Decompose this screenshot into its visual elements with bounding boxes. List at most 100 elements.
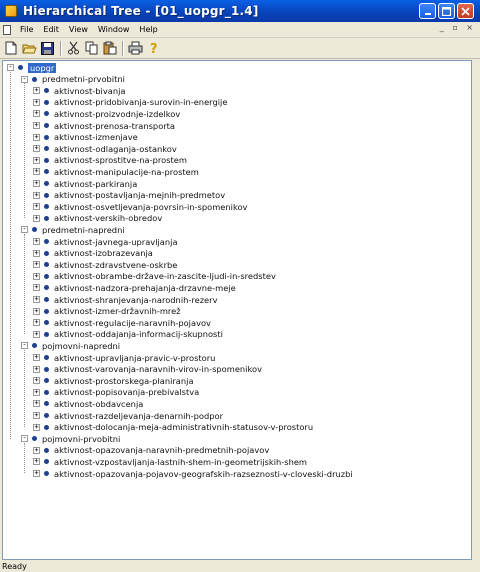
expand-toggle[interactable]: +	[33, 354, 40, 361]
expand-toggle[interactable]: +	[33, 133, 40, 141]
menu-file[interactable]: File	[15, 25, 38, 34]
menu-view[interactable]: View	[64, 25, 93, 34]
node-bullet-icon	[44, 285, 49, 291]
expand-toggle[interactable]: +	[33, 377, 40, 385]
tree-leaf[interactable]: + aktivnost-postavljanja-mejnih-predmetov	[33, 190, 225, 201]
tree-leaf[interactable]: + aktivnost-obdavcenja	[33, 398, 143, 409]
expand-toggle[interactable]: +	[33, 110, 40, 118]
collapse-toggle[interactable]: -	[21, 226, 28, 234]
expand-toggle[interactable]: +	[33, 319, 40, 327]
help-button[interactable]: ?	[145, 40, 162, 57]
tree-leaf[interactable]: + aktivnost-odlaganja-ostankov	[33, 143, 177, 154]
tree-leaf[interactable]: + aktivnost-vzpostavljanja-lastnih-shem-i…	[33, 456, 307, 467]
expand-toggle[interactable]: +	[33, 98, 40, 106]
copy-button[interactable]	[83, 40, 100, 57]
minimize-button[interactable]	[419, 3, 436, 19]
tree-leaf[interactable]: + aktivnost-izmenjave	[33, 132, 138, 143]
expand-toggle[interactable]: +	[33, 180, 40, 187]
menu-edit[interactable]: Edit	[38, 25, 64, 34]
expand-toggle[interactable]: +	[33, 238, 40, 245]
tree-leaf[interactable]: + aktivnost-dolocanja-meja-administrativn…	[33, 422, 313, 433]
tree-leaf[interactable]: + aktivnost-parkiranja	[33, 178, 137, 189]
maximize-button[interactable]	[438, 3, 455, 19]
collapse-toggle[interactable]: -	[21, 435, 28, 443]
expand-toggle[interactable]: +	[33, 423, 40, 431]
print-button[interactable]	[127, 40, 144, 57]
tree-leaf[interactable]: + aktivnost-osvetljevanja-povrsin-in-spom…	[33, 201, 247, 212]
expand-toggle[interactable]: +	[33, 249, 40, 257]
tree-leaf[interactable]: + aktivnost-sprostitve-na-prostem	[33, 155, 187, 166]
expand-toggle[interactable]: +	[33, 145, 40, 153]
tree-leaf[interactable]: + aktivnost-upravljanja-pravic-v-prostoru	[33, 352, 215, 363]
menu-help[interactable]: Help	[134, 25, 162, 34]
expand-toggle[interactable]: +	[33, 156, 40, 164]
tree-leaf[interactable]: + aktivnost-izobrazevanja	[33, 248, 153, 259]
tree-leaf[interactable]: + aktivnost-izmer-državnih-mrež	[33, 306, 181, 317]
tree-node-label: aktivnost-osvetljevanja-povrsin-in-spome…	[54, 201, 248, 212]
tree-leaf[interactable]: + aktivnost-shranjevanja-narodnih-rezerv	[33, 294, 218, 305]
expand-toggle[interactable]: +	[33, 458, 40, 466]
expand-toggle[interactable]: +	[33, 446, 40, 454]
expand-toggle[interactable]: +	[33, 284, 40, 292]
expand-toggle[interactable]: +	[33, 412, 40, 419]
tree-leaf[interactable]: + aktivnost-razdeljevanja-denarnih-podpor	[33, 410, 223, 421]
cut-button[interactable]	[65, 40, 82, 57]
expand-toggle[interactable]: +	[33, 296, 40, 303]
tree-leaf[interactable]: + aktivnost-opazovanja-naravnih-predmetni…	[33, 445, 269, 456]
tree-leaf[interactable]: + aktivnost-prostorskega-planiranja	[33, 375, 194, 386]
tree-leaf[interactable]: + aktivnost-popisovanja-prebivalstva	[33, 387, 199, 398]
save-button[interactable]	[39, 40, 56, 57]
tree-node-label: aktivnost-obrambe-države-in-zascite-ljud…	[54, 271, 276, 282]
expand-toggle[interactable]: +	[33, 388, 40, 396]
tree-leaf[interactable]: + aktivnost-zdravstvene-oskrbe	[33, 259, 177, 270]
expand-toggle[interactable]: +	[33, 191, 40, 199]
tree-node-label: aktivnost-pridobivanja-surovin-in-energi…	[54, 97, 228, 108]
expand-toggle[interactable]: +	[33, 400, 40, 408]
expand-toggle[interactable]: +	[33, 261, 40, 269]
expand-toggle[interactable]: +	[33, 470, 40, 477]
tree-group[interactable]: - predmetni-napredni	[21, 224, 125, 235]
tree-node-label: aktivnost-obdavcenja	[54, 398, 144, 409]
tree-group[interactable]: - predmetni-prvobitni	[21, 74, 125, 85]
tree-leaf[interactable]: + aktivnost-javnega-upravljanja	[33, 236, 178, 247]
tree-leaf[interactable]: + aktivnost-verskih-obredov	[33, 213, 162, 224]
open-button[interactable]	[21, 40, 38, 57]
expand-toggle[interactable]: +	[33, 365, 40, 373]
expand-toggle[interactable]: +	[33, 87, 40, 95]
tree-leaf[interactable]: + aktivnost-obrambe-države-in-zascite-lju…	[33, 271, 276, 282]
tree-leaf[interactable]: + aktivnost-manipulacije-na-prostem	[33, 166, 199, 177]
menu-window[interactable]: Window	[93, 25, 135, 34]
expand-toggle[interactable]: +	[33, 214, 40, 222]
tree-leaf[interactable]: + aktivnost-nadzora-prehajanja-drzavne-me…	[33, 282, 236, 293]
title-bar[interactable]: Hierarchical Tree - [01_uopgr_1.4]	[0, 0, 480, 22]
expand-toggle[interactable]: +	[33, 203, 40, 211]
document-icon[interactable]	[3, 25, 13, 35]
node-bullet-icon	[32, 436, 37, 442]
close-button[interactable]	[457, 3, 474, 19]
tree-leaf[interactable]: + aktivnost-proizvodnje-izdelkov	[33, 108, 180, 119]
tree-group[interactable]: - pojmovni-prvobitni	[21, 433, 120, 444]
new-button[interactable]	[3, 40, 20, 57]
expand-toggle[interactable]: +	[33, 122, 40, 129]
tree-leaf[interactable]: + aktivnost-opazovanja-pojavov-geografski…	[33, 468, 353, 479]
status-text: Ready	[2, 562, 27, 571]
expand-toggle[interactable]: +	[33, 307, 40, 315]
tree-leaf[interactable]: + aktivnost-regulacije-naravnih-pojavov	[33, 317, 211, 328]
tree-leaf[interactable]: + aktivnost-bivanja	[33, 85, 125, 96]
collapse-toggle[interactable]: -	[21, 75, 28, 83]
tree-group[interactable]: - pojmovni-napredni	[21, 340, 120, 351]
collapse-toggle[interactable]: -	[7, 64, 14, 71]
tree-leaf[interactable]: + aktivnost-pridobivanja-surovin-in-energ…	[33, 97, 227, 108]
expand-toggle[interactable]: +	[33, 330, 40, 338]
tree-leaf[interactable]: + aktivnost-varovanja-naravnih-virov-in-s…	[33, 364, 262, 375]
tree-root[interactable]: - uopgr	[7, 62, 57, 73]
tree-leaf[interactable]: + aktivnost-oddajanja-informacij-skupnost…	[33, 329, 223, 340]
tree-view[interactable]: - uopgr - predmetni-prvobitni + aktivnost-biv…	[2, 60, 472, 560]
expand-toggle[interactable]: +	[33, 272, 40, 280]
tree-leaf[interactable]: + aktivnost-prenosa-transporta	[33, 120, 175, 131]
mdi-child-controls[interactable]: _ ▫ ×	[440, 23, 476, 32]
paste-button[interactable]	[101, 40, 118, 57]
expand-toggle[interactable]: +	[33, 168, 40, 176]
node-bullet-icon	[18, 65, 23, 70]
collapse-toggle[interactable]: -	[21, 342, 28, 350]
